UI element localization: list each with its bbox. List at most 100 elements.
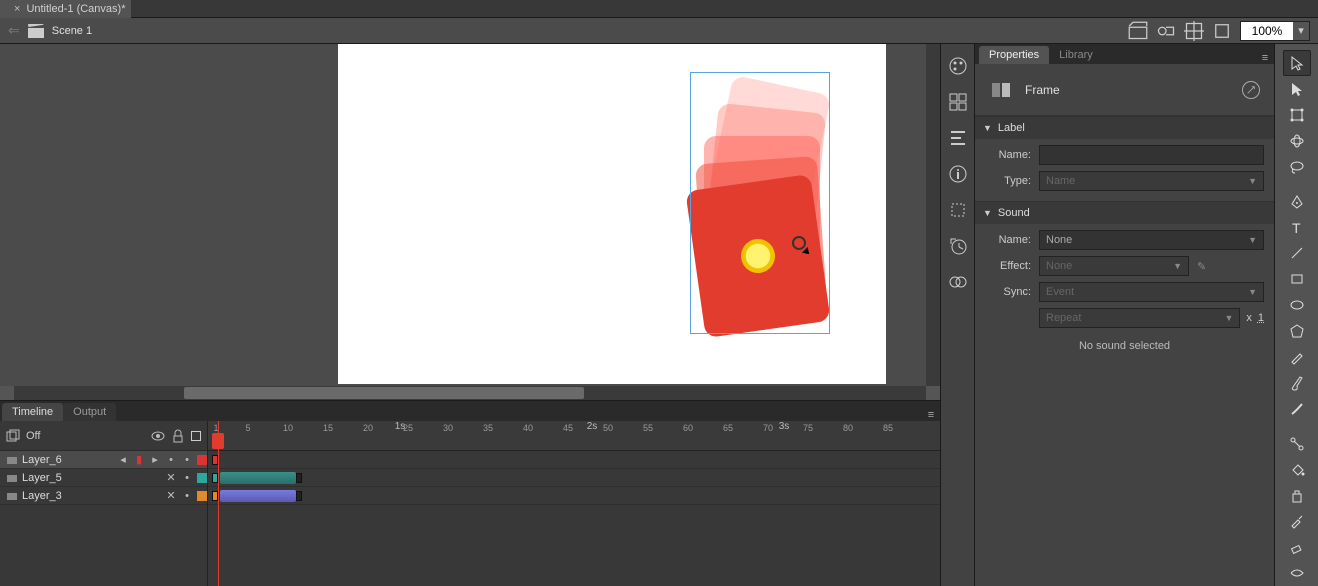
3d-rotation-tool[interactable] <box>1283 128 1311 154</box>
history-icon[interactable] <box>948 236 968 256</box>
playhead[interactable] <box>218 421 219 586</box>
pencil-tool[interactable] <box>1283 344 1311 370</box>
panel-menu-icon[interactable]: ≡ <box>1256 52 1274 64</box>
onion-marker-icon[interactable]: ▮ <box>133 453 145 466</box>
close-icon[interactable]: × <box>14 3 20 15</box>
zoom-value[interactable]: 100% <box>1241 22 1293 40</box>
layer-lock-toggle[interactable]: • <box>181 490 193 502</box>
eraser-tool[interactable] <box>1283 534 1311 560</box>
selection-tool[interactable] <box>1283 50 1311 76</box>
timeline-tabs: Timeline Output ≡ <box>0 401 940 421</box>
frame-track[interactable] <box>208 451 940 469</box>
help-icon[interactable] <box>1242 81 1260 99</box>
cc-libraries-icon[interactable] <box>948 272 968 292</box>
swatches-icon[interactable] <box>948 92 968 112</box>
info-icon[interactable] <box>948 164 968 184</box>
pen-tool[interactable] <box>1283 189 1311 215</box>
tween-span[interactable] <box>220 472 296 484</box>
layer-visibility-toggle[interactable]: ✕ <box>165 489 177 502</box>
label-name-input[interactable] <box>1039 145 1264 165</box>
outline-header-icon[interactable] <box>191 431 201 441</box>
section-header-sound[interactable]: ▼Sound <box>975 202 1274 224</box>
color-palette-icon[interactable] <box>948 56 968 76</box>
subselection-tool[interactable] <box>1283 76 1311 102</box>
layer-row[interactable]: Layer_3 ✕ • <box>0 487 207 505</box>
sound-loop-select[interactable]: Repeat▼ <box>1039 308 1240 328</box>
clip-stage-icon[interactable] <box>1212 21 1232 41</box>
panel-menu-icon[interactable]: ≡ <box>922 409 940 421</box>
layer-visibility-toggle[interactable]: • <box>165 454 177 466</box>
transform-icon[interactable] <box>948 200 968 220</box>
ink-bottle-tool[interactable] <box>1283 483 1311 509</box>
oval-tool[interactable] <box>1283 292 1311 318</box>
repeat-count[interactable]: 1 <box>1258 312 1264 324</box>
scroll-track[interactable] <box>14 386 926 400</box>
tab-output[interactable]: Output <box>63 403 116 421</box>
frames-area[interactable]: 1s 2s 3s 1 5 10 15 20 25 30 35 40 45 50 <box>208 421 940 586</box>
lock-header-icon[interactable] <box>171 429 185 443</box>
section-header-label[interactable]: ▼Label <box>975 117 1274 139</box>
zoom-control[interactable]: 100% ▾ <box>1240 21 1310 41</box>
paint-brush-tool[interactable] <box>1283 396 1311 422</box>
scroll-left-arrow[interactable] <box>0 386 14 400</box>
document-tab[interactable]: × Untitled-1 (Canvas)* <box>0 0 131 18</box>
tab-timeline[interactable]: Timeline <box>2 403 63 421</box>
lasso-tool[interactable] <box>1283 154 1311 180</box>
frame-ruler[interactable]: 1s 2s 3s 1 5 10 15 20 25 30 35 40 45 50 <box>208 421 940 451</box>
frame-track[interactable] <box>208 487 940 505</box>
layer-name[interactable]: Layer_6 <box>22 454 113 466</box>
collapse-twisty-icon[interactable]: ▼ <box>983 208 992 218</box>
zoom-dropdown-icon[interactable]: ▾ <box>1293 22 1309 40</box>
free-transform-tool[interactable] <box>1283 102 1311 128</box>
sound-sync-select[interactable]: Event▼ <box>1039 282 1264 302</box>
horizontal-scrollbar[interactable] <box>0 386 940 400</box>
layer-visibility-toggle[interactable]: ✕ <box>165 471 177 484</box>
vertical-scrollbar[interactable] <box>926 44 940 386</box>
onion-prev-icon[interactable]: ◂ <box>117 453 129 466</box>
center-stage-icon[interactable] <box>1184 21 1204 41</box>
label-type-select[interactable]: Name▼ <box>1039 171 1264 191</box>
frame-track[interactable] <box>208 469 940 487</box>
collapse-twisty-icon[interactable]: ▼ <box>983 123 992 133</box>
bone-tool[interactable] <box>1283 431 1311 457</box>
align-icon[interactable] <box>948 128 968 148</box>
sound-effect-select[interactable]: None▼ <box>1039 256 1189 276</box>
edit-symbol-icon[interactable] <box>1156 21 1176 41</box>
layer-lock-toggle[interactable]: • <box>181 472 193 484</box>
tab-properties[interactable]: Properties <box>979 46 1049 64</box>
selection-bounding-box[interactable] <box>690 72 830 334</box>
onion-skin-mode[interactable]: Off <box>26 430 40 442</box>
scroll-right-arrow[interactable] <box>926 386 940 400</box>
layer-row[interactable]: Layer_6 ◂ ▮ ▸ • • <box>0 451 207 469</box>
layer-name[interactable]: Layer_5 <box>22 472 161 484</box>
keyframe[interactable] <box>296 473 302 483</box>
text-tool[interactable]: T <box>1283 215 1311 241</box>
edit-scene-icon[interactable] <box>1128 21 1148 41</box>
scroll-thumb[interactable] <box>184 387 584 399</box>
rectangle-tool[interactable] <box>1283 266 1311 292</box>
paint-bucket-tool[interactable] <box>1283 457 1311 483</box>
sound-name-select[interactable]: None▼ <box>1039 230 1264 250</box>
layer-outline-color[interactable] <box>197 491 207 501</box>
onion-skin-icon[interactable] <box>6 429 20 443</box>
visibility-header-icon[interactable] <box>151 429 165 443</box>
width-tool[interactable] <box>1283 560 1311 586</box>
layer-name[interactable]: Layer_3 <box>22 490 161 502</box>
ruler-tick: 30 <box>443 423 453 433</box>
keyframe[interactable] <box>296 491 302 501</box>
layer-outline-color[interactable] <box>197 473 207 483</box>
edit-effect-icon[interactable]: ✎ <box>1197 260 1206 273</box>
onion-next-icon[interactable]: ▸ <box>149 453 161 466</box>
tab-library[interactable]: Library <box>1049 46 1103 64</box>
brush-tool[interactable] <box>1283 370 1311 396</box>
back-arrow-icon[interactable]: ⇐ <box>8 22 20 39</box>
scene-breadcrumb[interactable]: Scene 1 <box>52 25 92 37</box>
layer-outline-color[interactable] <box>197 455 207 465</box>
layer-lock-toggle[interactable]: • <box>181 454 193 466</box>
layer-row[interactable]: Layer_5 ✕ • <box>0 469 207 487</box>
polystar-tool[interactable] <box>1283 318 1311 344</box>
eyedropper-tool[interactable] <box>1283 508 1311 534</box>
line-tool[interactable] <box>1283 241 1311 267</box>
tween-span[interactable] <box>220 490 296 502</box>
stage-viewport[interactable] <box>0 44 940 400</box>
